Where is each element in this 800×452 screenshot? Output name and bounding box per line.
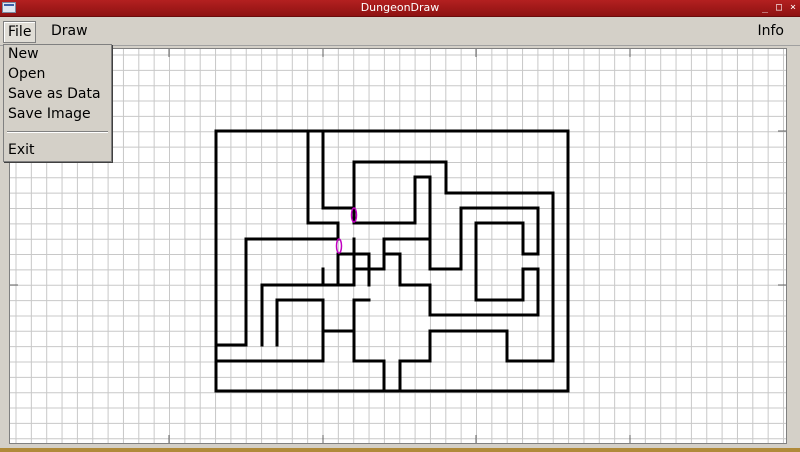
menu-draw[interactable]: Draw bbox=[47, 21, 92, 41]
window-title: DungeonDraw bbox=[360, 1, 440, 14]
menu-bar: File Draw Info bbox=[0, 17, 800, 46]
drawing-canvas[interactable] bbox=[9, 48, 787, 444]
menu-item-save-image[interactable]: Save Image bbox=[8, 104, 91, 124]
close-button[interactable]: × bbox=[788, 0, 798, 16]
wall-segment bbox=[214, 329, 386, 393]
title-bar[interactable]: DungeonDraw _ □ × bbox=[0, 0, 800, 17]
grid-lines bbox=[10, 49, 786, 443]
menu-info[interactable]: Info bbox=[754, 21, 789, 41]
wall-segment bbox=[398, 329, 509, 393]
window-bottom-border bbox=[0, 448, 800, 452]
maximize-button[interactable]: □ bbox=[774, 0, 784, 16]
menu-item-save-as-data[interactable]: Save as Data bbox=[8, 84, 101, 104]
map-grid[interactable] bbox=[10, 49, 786, 443]
door-marker bbox=[335, 238, 343, 254]
menu-item-new[interactable]: New bbox=[8, 44, 39, 64]
menu-file[interactable]: File bbox=[3, 21, 37, 43]
menu-separator bbox=[7, 131, 108, 133]
app-icon[interactable] bbox=[2, 2, 16, 13]
menu-item-exit[interactable]: Exit bbox=[8, 140, 35, 160]
minimize-button[interactable]: _ bbox=[760, 0, 770, 16]
outer-wall bbox=[214, 129, 570, 393]
dungeon-walls bbox=[214, 129, 570, 393]
menu-item-open[interactable]: Open bbox=[8, 64, 45, 84]
file-dropdown-menu: New Open Save as Data Save Image Exit bbox=[3, 44, 112, 162]
